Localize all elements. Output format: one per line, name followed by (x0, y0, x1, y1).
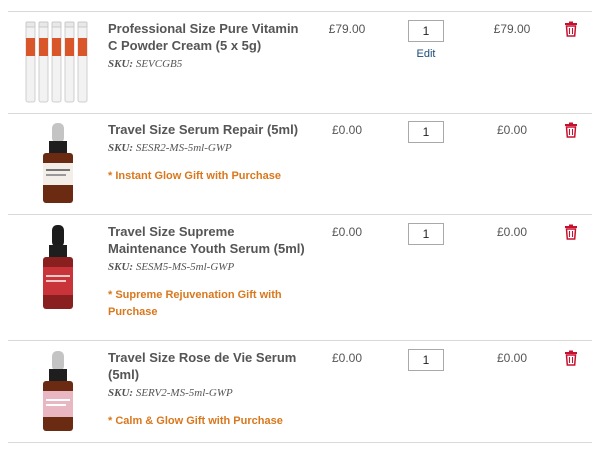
product-info: Travel Size Supreme Maintenance Youth Se… (108, 223, 308, 321)
delete-button[interactable] (564, 122, 578, 138)
sku-label: SKU: (108, 261, 134, 273)
quantity-cell (404, 349, 448, 371)
sku-line: SKU: SESR2-MS-5ml-GWP (108, 142, 308, 154)
product-image-serum-repair[interactable] (22, 121, 94, 207)
delete-button[interactable] (564, 224, 578, 240)
trash-icon (565, 350, 577, 366)
line-total: £0.00 (496, 123, 528, 137)
quantity-cell: Edit (404, 20, 448, 60)
delete-button[interactable] (564, 350, 578, 366)
product-image-vitamin-c-tubes[interactable] (22, 18, 94, 106)
sku-line: SKU: SEVCGB5 (108, 58, 308, 70)
dropper-bottle-icon (43, 123, 73, 203)
cart-item-row: Travel Size Serum Repair (5ml) SKU: SESR… (8, 113, 592, 215)
gift-note: * Supreme Rejuvenation Gift with Purchas… (108, 289, 282, 318)
gift-note: * Calm & Glow Gift with Purchase (108, 415, 283, 427)
dropper-bottle-icon (43, 351, 73, 431)
sku-line: SKU: SESM5-MS-5ml-GWP (108, 261, 308, 273)
vitamin-c-tubes-icon (25, 21, 88, 103)
quantity-cell (404, 121, 448, 143)
product-title[interactable]: Professional Size Pure Vitamin C Powder … (108, 20, 308, 54)
trash-icon (565, 21, 577, 37)
sku-label: SKU: (108, 58, 134, 70)
cart-item-row: Professional Size Pure Vitamin C Powder … (8, 11, 592, 114)
sku-value: SEVCGB5 (135, 58, 183, 70)
cart-item-row: Travel Size Rose de Vie Serum (5ml) SKU:… (8, 341, 592, 443)
line-total: £0.00 (496, 225, 528, 239)
product-title[interactable]: Travel Size Serum Repair (5ml) (108, 121, 308, 138)
sku-value: SERV2-MS-5ml-GWP (135, 387, 233, 399)
unit-price: £0.00 (331, 123, 363, 137)
sku-label: SKU: (108, 142, 134, 154)
quantity-input[interactable] (408, 223, 444, 245)
line-total: £0.00 (496, 351, 528, 365)
unit-price: £0.00 (331, 225, 363, 239)
sku-value: SESM5-MS-5ml-GWP (135, 261, 235, 273)
edit-link[interactable]: Edit (404, 48, 448, 60)
product-info: Travel Size Serum Repair (5ml) SKU: SESR… (108, 121, 308, 185)
dropper-bottle-icon (43, 225, 73, 309)
quantity-input[interactable] (408, 121, 444, 143)
sku-value: SESR2-MS-5ml-GWP (135, 142, 232, 154)
cart-item-row: Travel Size Supreme Maintenance Youth Se… (8, 215, 592, 341)
product-info: Travel Size Rose de Vie Serum (5ml) SKU:… (108, 349, 308, 430)
product-image-youth-serum[interactable] (22, 223, 94, 313)
product-image-rose-serum[interactable] (22, 349, 94, 435)
sku-line: SKU: SERV2-MS-5ml-GWP (108, 387, 308, 399)
gift-note: * Instant Glow Gift with Purchase (108, 170, 281, 182)
quantity-input[interactable] (408, 349, 444, 371)
trash-icon (565, 224, 577, 240)
unit-price: £0.00 (331, 351, 363, 365)
line-total: £79.00 (493, 22, 531, 36)
quantity-input[interactable] (408, 20, 444, 42)
unit-price: £79.00 (328, 22, 366, 36)
sku-label: SKU: (108, 387, 134, 399)
product-title[interactable]: Travel Size Supreme Maintenance Youth Se… (108, 223, 308, 257)
delete-button[interactable] (564, 21, 578, 37)
product-title[interactable]: Travel Size Rose de Vie Serum (5ml) (108, 349, 308, 383)
quantity-cell (404, 223, 448, 245)
trash-icon (565, 122, 577, 138)
product-info: Professional Size Pure Vitamin C Powder … (108, 20, 308, 70)
